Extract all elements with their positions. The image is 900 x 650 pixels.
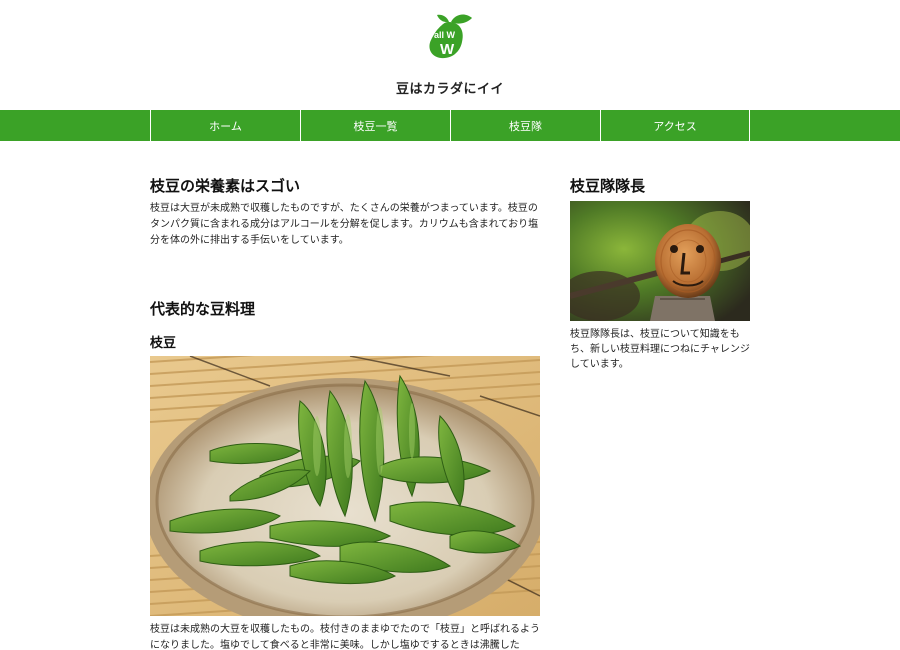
page: all W W 豆はカラダにイイ ホーム 枝豆一覧 枝豆隊 アクセス 枝豆の栄養… bbox=[0, 0, 900, 650]
dish-name: 枝豆 bbox=[150, 336, 177, 351]
logo-link[interactable]: all W W bbox=[425, 10, 475, 62]
captain-photo bbox=[570, 201, 750, 321]
svg-text:W: W bbox=[440, 41, 455, 58]
site-tagline: 豆はカラダにイイ bbox=[395, 82, 504, 97]
nutrition-text: 枝豆は大豆が未成熟で収穫したものですが、たくさんの栄養がつまっています。枝豆のタ… bbox=[150, 203, 539, 246]
edamame-photo bbox=[150, 356, 540, 616]
nutrition-heading: 枝豆の栄養素はスゴい bbox=[150, 177, 301, 195]
nav-item-home[interactable]: ホーム bbox=[150, 110, 300, 141]
nav-item-edamame-squad[interactable]: 枝豆隊 bbox=[450, 110, 600, 141]
svg-text:all W: all W bbox=[434, 30, 456, 40]
nav-item-access[interactable]: アクセス bbox=[600, 110, 750, 141]
bean-logo-icon: all W W bbox=[429, 14, 472, 59]
global-nav: ホーム 枝豆一覧 枝豆隊 アクセス bbox=[0, 110, 900, 141]
dishes-heading: 代表的な豆料理 bbox=[150, 300, 256, 318]
nav-item-edamame-list[interactable]: 枝豆一覧 bbox=[300, 110, 450, 141]
site-header: all W W 豆はカラダにイイ bbox=[0, 0, 900, 110]
dish-description: 枝豆は未成熟の大豆を収穫したもの。枝付きのままゆでたので「枝豆」と呼ばれるように… bbox=[150, 624, 540, 650]
captain-heading: 枝豆隊隊長 bbox=[570, 177, 646, 195]
captain-description: 枝豆隊隊長は、枝豆について知識をもち、新しい枝豆料理につねにチャレンジしています… bbox=[570, 329, 750, 370]
